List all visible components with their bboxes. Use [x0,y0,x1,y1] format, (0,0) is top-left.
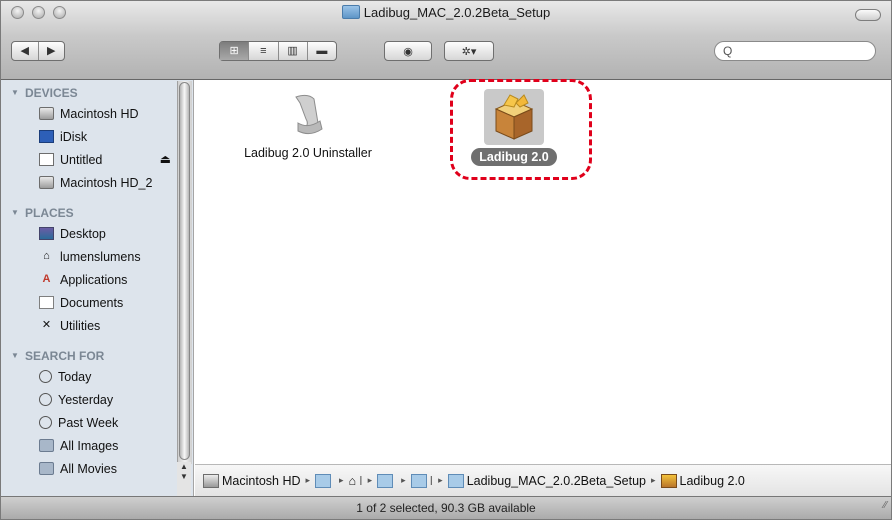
window-title: Ladibug_MAC_2.0.2Beta_Setup [1,5,891,20]
annotation-highlight-box [450,79,592,180]
path-bar: Macintosh HD ▸ ▸ ⌂ I ▸ ▸ I ▸ Ladibug_MAC_… [195,464,891,496]
hard-drive-icon [39,176,54,189]
sidebar-item-documents[interactable]: Documents [1,291,193,314]
view-mode-control: ⊞ ≡ ▥ ▬ [219,41,337,61]
list-view-button[interactable]: ≡ [249,42,279,60]
file-label: Ladibug 2.0 Uninstaller [244,146,372,160]
sidebar-item-macintosh-hd-2[interactable]: Macintosh HD_2 [1,171,193,194]
hard-drive-icon [39,107,54,120]
clock-icon [39,393,52,406]
scrollbar-thumb[interactable] [179,82,190,460]
sidebar-item-yesterday[interactable]: Yesterday [1,388,193,411]
eye-icon: ◉ [403,45,413,58]
clock-icon [39,370,52,383]
sidebar-item-all-images[interactable]: All Images [1,434,193,457]
forward-button[interactable]: ▶ [39,42,65,60]
sidebar-item-home[interactable]: ⌂ lumenslumens [1,245,193,268]
applications-icon: A [42,273,51,285]
status-bar: 1 of 2 selected, 90.3 GB available ⁄⁄ [1,495,891,519]
path-separator: ▸ [339,475,344,485]
disk-image-icon [39,153,54,166]
sidebar: DEVICES Macintosh HD iDisk Untitled⏏ Mac… [1,80,194,496]
path-separator: ▸ [651,475,656,485]
uninstaller-script-icon [295,94,323,135]
home-icon[interactable]: ⌂ [349,474,357,488]
status-text: 1 of 2 selected, 90.3 GB available [356,501,536,515]
search-for-header[interactable]: SEARCH FOR [11,349,193,363]
desktop-folder-icon[interactable] [377,473,394,488]
sidebar-item-all-movies[interactable]: All Movies [1,457,193,480]
sidebar-scrollbar[interactable] [177,81,192,464]
coverflow-view-button[interactable]: ▬ [308,42,336,60]
eject-icon[interactable]: ⏏ [160,152,171,166]
smart-folder-icon [39,439,54,452]
hard-drive-icon [203,473,219,488]
action-menu-button[interactable]: ✲▾ [444,41,494,61]
path-ladibug[interactable]: Ladibug 2.0 [680,474,745,488]
path-separator: ▸ [401,475,406,485]
utilities-icon: ✕ [41,319,52,331]
sidebar-item-applications[interactable]: A Applications [1,268,193,291]
back-button[interactable]: ◀ [12,42,39,60]
sidebar-item-idisk[interactable]: iDisk [1,125,193,148]
path-setup-folder[interactable]: Ladibug_MAC_2.0.2Beta_Setup [467,474,646,488]
path-separator: ▸ [305,475,311,485]
toolbar-toggle-button[interactable] [855,9,881,21]
quicklook-button[interactable]: ◉ [384,41,432,61]
devices-header[interactable]: DEVICES [11,86,193,100]
sidebar-item-untitled[interactable]: Untitled ⏏ [1,148,193,171]
package-icon [660,473,677,488]
folder-icon [341,5,360,19]
smart-folder-icon [39,462,54,475]
path-separator: ▸ [367,475,373,485]
idisk-icon [39,130,54,143]
title-toolbar: Ladibug_MAC_2.0.2Beta_Setup ◀ ▶ ⊞ ≡ ▥ ▬ … [1,1,891,80]
path-macintosh-hd[interactable]: Macintosh HD [222,474,301,488]
column-view-button[interactable]: ▥ [279,42,308,60]
documents-icon [39,296,54,309]
places-header[interactable]: PLACES [11,206,193,220]
icon-view-button[interactable]: ⊞ [220,42,250,60]
sidebar-item-past-week[interactable]: Past Week [1,411,193,434]
search-input[interactable]: Q [714,41,876,61]
folder-icon[interactable] [410,473,427,488]
search-icon: Q [723,44,733,58]
desktop-icon [39,227,54,240]
resize-grip-icon[interactable]: ⁄⁄ [884,495,887,517]
sidebar-item-macintosh-hd[interactable]: Macintosh HD [1,102,193,125]
sidebar-item-utilities[interactable]: ✕ Utilities [1,314,193,337]
sidebar-item-today[interactable]: Today [1,365,193,388]
clock-icon [39,416,52,429]
sidebar-item-desktop[interactable]: Desktop [1,222,193,245]
file-item-uninstaller[interactable]: Ladibug 2.0 Uninstaller [223,89,393,162]
scroll-arrows[interactable]: ▲ ▼ [177,462,191,496]
back-forward-control: ◀ ▶ [11,41,65,61]
gear-icon: ✲▾ [461,45,477,58]
home-icon: ⌂ [43,250,50,262]
users-folder-icon[interactable] [315,473,332,488]
finder-window: Ladibug_MAC_2.0.2Beta_Setup ◀ ▶ ⊞ ≡ ▥ ▬ … [0,0,892,520]
folder-icon [447,473,464,488]
path-separator: ▸ [438,475,443,485]
